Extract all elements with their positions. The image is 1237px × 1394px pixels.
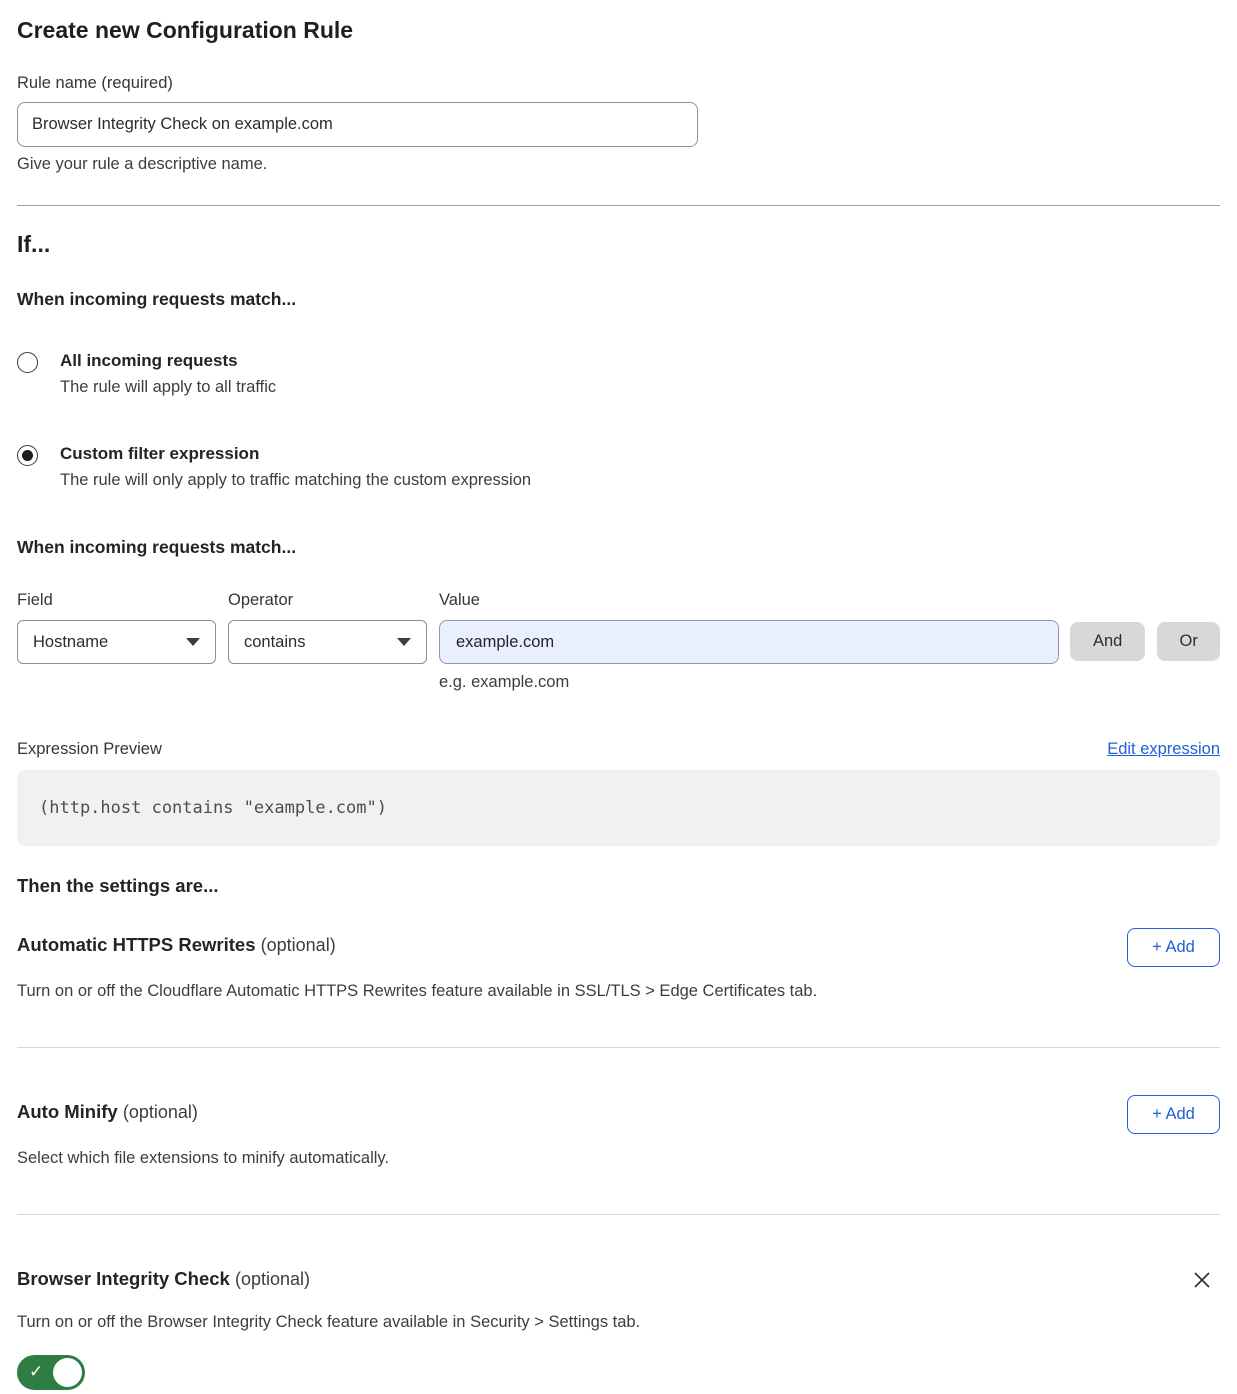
if-heading: If... <box>17 231 1220 258</box>
rule-name-input[interactable] <box>17 102 698 147</box>
radio-button-unselected[interactable] <box>17 352 38 373</box>
section-divider <box>17 205 1220 206</box>
expression-preview-label: Expression Preview <box>17 740 162 759</box>
radio-button-selected[interactable] <box>17 445 38 466</box>
check-icon: ✓ <box>29 1364 43 1381</box>
setting-optional-tag: (optional) <box>261 935 336 955</box>
create-configuration-rule-page: Create new Configuration Rule Rule name … <box>0 17 1237 1390</box>
browser-integrity-check-toggle[interactable]: ✓ <box>17 1355 85 1390</box>
chevron-down-icon <box>397 638 411 646</box>
setting-optional-tag: (optional) <box>235 1269 310 1289</box>
field-label: Field <box>17 591 216 610</box>
settings-heading: Then the settings are... <box>17 875 1220 897</box>
toggle-knob <box>53 1358 82 1387</box>
expression-preview-header: Expression Preview Edit expression <box>17 740 1220 759</box>
setting-optional-tag: (optional) <box>123 1102 198 1122</box>
setting-title: Auto Minify <box>17 1101 118 1122</box>
field-select-value: Hostname <box>33 633 108 652</box>
add-button[interactable]: + Add <box>1127 1095 1220 1134</box>
close-icon <box>1190 1268 1214 1292</box>
setting-browser-integrity-check: Browser Integrity Check (optional) Turn … <box>17 1262 1220 1390</box>
page-title: Create new Configuration Rule <box>17 17 1220 44</box>
or-button[interactable]: Or <box>1157 622 1220 661</box>
operator-label: Operator <box>228 591 427 610</box>
setting-automatic-https-rewrites: Automatic HTTPS Rewrites (optional) + Ad… <box>17 928 1220 1001</box>
add-button[interactable]: + Add <box>1127 928 1220 967</box>
setting-auto-minify: Auto Minify (optional) + Add Select whic… <box>17 1095 1220 1168</box>
radio-option-all-incoming-requests[interactable]: All incoming requests The rule will appl… <box>17 351 1220 397</box>
radio-description: The rule will apply to all traffic <box>60 378 276 397</box>
value-input[interactable] <box>439 620 1059 664</box>
edit-expression-link[interactable]: Edit expression <box>1107 740 1220 759</box>
expression-preview-code: (http.host contains "example.com") <box>17 770 1220 846</box>
and-button[interactable]: And <box>1070 622 1145 661</box>
operator-select[interactable]: contains <box>228 620 427 664</box>
expression-builder-row: Field Hostname Operator contains Value e… <box>17 591 1220 692</box>
remove-setting-button[interactable] <box>1184 1262 1220 1298</box>
rule-name-helper: Give your rule a descriptive name. <box>17 155 1220 174</box>
setting-divider <box>17 1047 1220 1048</box>
operator-select-value: contains <box>244 633 305 652</box>
setting-divider <box>17 1214 1220 1215</box>
setting-description: Turn on or off the Cloudflare Automatic … <box>17 982 1220 1001</box>
chevron-down-icon <box>186 638 200 646</box>
setting-title: Browser Integrity Check <box>17 1268 230 1289</box>
value-helper: e.g. example.com <box>439 673 1059 692</box>
setting-description: Turn on or off the Browser Integrity Che… <box>17 1313 1220 1332</box>
radio-label: All incoming requests <box>60 351 276 371</box>
radio-option-custom-filter-expression[interactable]: Custom filter expression The rule will o… <box>17 444 1220 490</box>
field-select[interactable]: Hostname <box>17 620 216 664</box>
match-heading: When incoming requests match... <box>17 289 1220 310</box>
builder-heading: When incoming requests match... <box>17 537 1220 558</box>
setting-title: Automatic HTTPS Rewrites <box>17 934 256 955</box>
expression-text: (http.host contains "example.com") <box>39 798 387 818</box>
radio-label: Custom filter expression <box>60 444 531 464</box>
setting-description: Select which file extensions to minify a… <box>17 1149 1220 1168</box>
radio-description: The rule will only apply to traffic matc… <box>60 471 531 490</box>
value-label: Value <box>439 591 1059 610</box>
rule-name-label: Rule name (required) <box>17 74 1220 93</box>
